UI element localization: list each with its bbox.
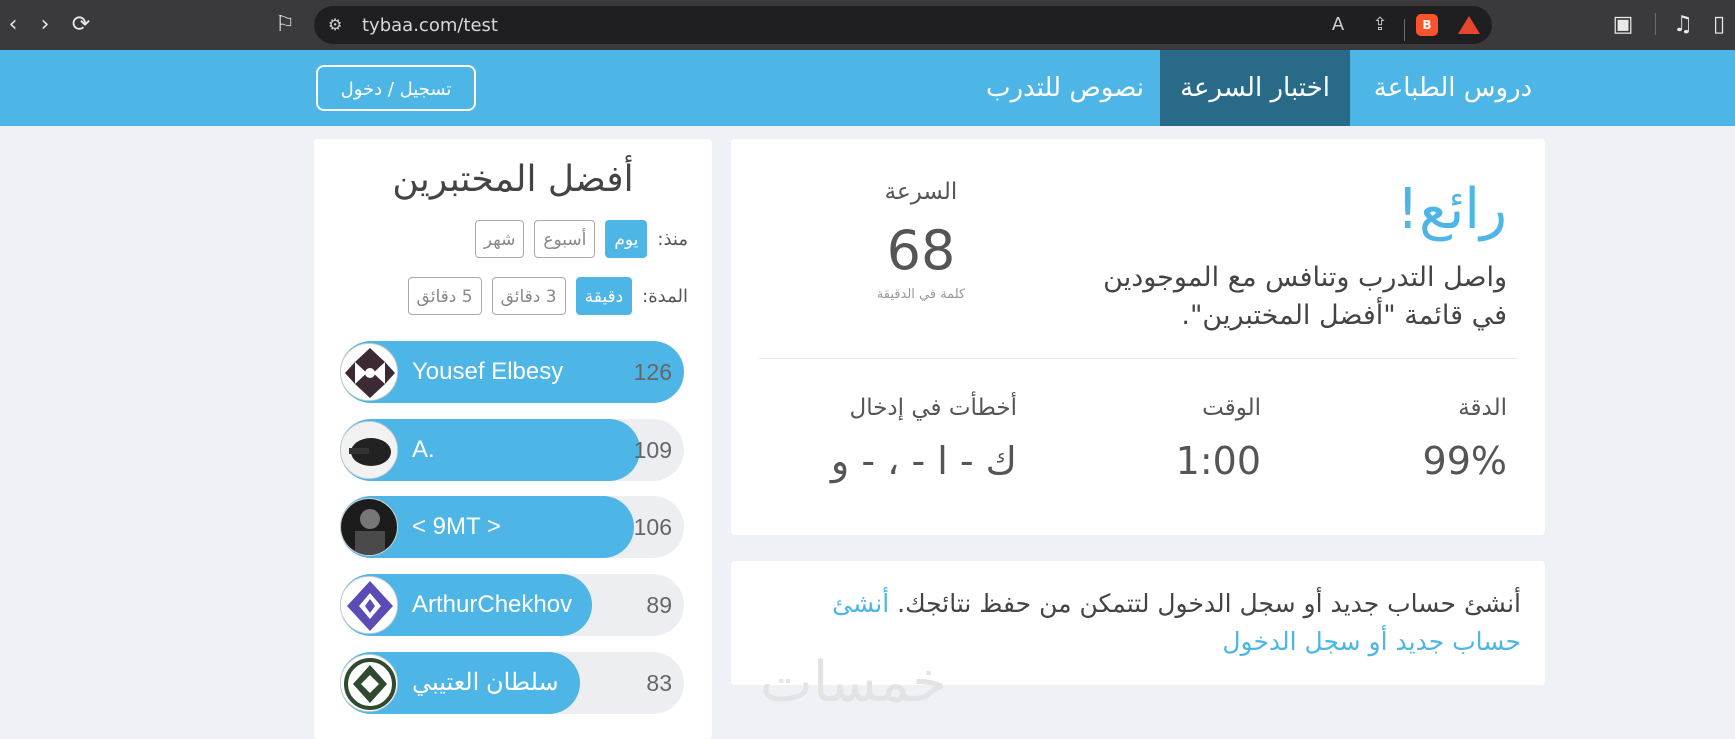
accuracy-label: الدقة	[1458, 395, 1507, 421]
site-nav: دروس الطباعة اختبار السرعة نصوص للتدرب ت…	[0, 50, 1735, 126]
translate-icon[interactable]: A	[1326, 13, 1350, 37]
avatar	[340, 498, 398, 556]
reader-mode-icon[interactable]: ▣	[1610, 12, 1636, 38]
since-day-option[interactable]: يوم	[605, 220, 648, 258]
bookmark-icon[interactable]: ⚐	[272, 12, 298, 38]
address-bar[interactable]: ⚙ tybaa.com/test A ⇪ B	[314, 6, 1492, 44]
player-name: < 9MT >	[412, 513, 501, 540]
player-score: 106	[633, 514, 672, 540]
nav-practice-texts[interactable]: نصوص للتدرب	[975, 50, 1155, 126]
player-score: 126	[633, 359, 672, 385]
result-headline: رائع!	[1396, 177, 1507, 242]
duration-1min-option[interactable]: دقيقة	[575, 277, 633, 315]
url-text: tybaa.com/test	[362, 15, 498, 36]
since-label: منذ:	[657, 228, 688, 250]
accuracy-value: 99%	[1422, 439, 1507, 483]
player-score: 89	[646, 592, 672, 618]
watermark: خمسات	[760, 650, 947, 715]
avatar	[340, 576, 398, 634]
brave-shields-icon[interactable]: B	[1416, 14, 1438, 36]
divider	[759, 358, 1517, 359]
nav-speed-test[interactable]: اختبار السرعة	[1160, 50, 1350, 126]
leaderboard-row[interactable]: A. 109	[340, 419, 684, 481]
duration-3min-option[interactable]: 3 دقائق	[491, 277, 566, 315]
result-card: رائع! واصل التدرب وتنافس مع الموجودين في…	[731, 139, 1545, 535]
signup-prompt-text: أنشئ حساب جديد أو سجل الدخول لتتمكن من ح…	[897, 589, 1521, 618]
since-filter: منذ: يوم أسبوع شهر	[474, 219, 688, 259]
speed-unit: كلمة في الدقيقة	[876, 287, 966, 302]
speed-label: السرعة	[884, 179, 958, 205]
media-icon[interactable]: ♫	[1670, 12, 1696, 38]
avatar	[340, 654, 398, 712]
speed-value: 68	[886, 219, 956, 282]
time-value: 1:00	[1175, 439, 1261, 483]
browser-toolbar: ‹ › ⟳ ⚐ ⚙ tybaa.com/test A ⇪ B ▣ ♫ ▯	[0, 0, 1735, 50]
duration-filter: المدة: دقيقة 3 دقائق 5 دقائق	[407, 276, 688, 316]
leaderboard-row[interactable]: Yousef Elbesy 126	[340, 341, 684, 403]
errors-value: ك - ا - ، - و	[830, 439, 1017, 483]
back-icon[interactable]: ‹	[0, 12, 26, 38]
leaderboard-row[interactable]: ArthurChekhov 89	[340, 574, 684, 636]
since-week-option[interactable]: أسبوع	[534, 220, 596, 258]
leaderboard-row[interactable]: سلطان العتيبي 83	[340, 652, 684, 714]
result-message: واصل التدرب وتنافس مع الموجودين في قائمة…	[1103, 262, 1507, 331]
nav-typing-lessons[interactable]: دروس الطباعة	[1352, 50, 1554, 126]
reload-icon[interactable]: ⟳	[68, 12, 94, 38]
player-score: 83	[646, 670, 672, 696]
site-settings-icon[interactable]: ⚙	[328, 15, 342, 34]
player-name: سلطان العتيبي	[412, 669, 559, 696]
player-name: Yousef Elbesy	[412, 358, 564, 385]
brave-rewards-icon[interactable]	[1458, 16, 1480, 34]
errors-label: أخطأت في إدخال	[849, 395, 1018, 421]
player-name: ArthurChekhov	[412, 591, 573, 618]
login-button[interactable]: تسجيل / دخول	[316, 65, 476, 111]
sidebar-icon[interactable]: ▯	[1706, 12, 1732, 38]
leaderboard-row[interactable]: < 9MT > 106	[340, 496, 684, 558]
avatar	[340, 421, 398, 479]
since-month-option[interactable]: شهر	[474, 220, 525, 258]
forward-icon[interactable]: ›	[32, 12, 58, 38]
share-icon[interactable]: ⇪	[1368, 13, 1392, 37]
leaderboard-card: أفضل المختبرين منذ: يوم أسبوع شهر المدة:…	[314, 139, 712, 739]
duration-5min-option[interactable]: 5 دقائق	[407, 277, 482, 315]
duration-label: المدة:	[642, 285, 688, 307]
leaderboard-title: أفضل المختبرين	[392, 159, 634, 200]
player-name: A.	[412, 436, 435, 463]
avatar	[340, 343, 398, 401]
time-label: الوقت	[1202, 395, 1261, 421]
player-score: 109	[633, 437, 672, 463]
